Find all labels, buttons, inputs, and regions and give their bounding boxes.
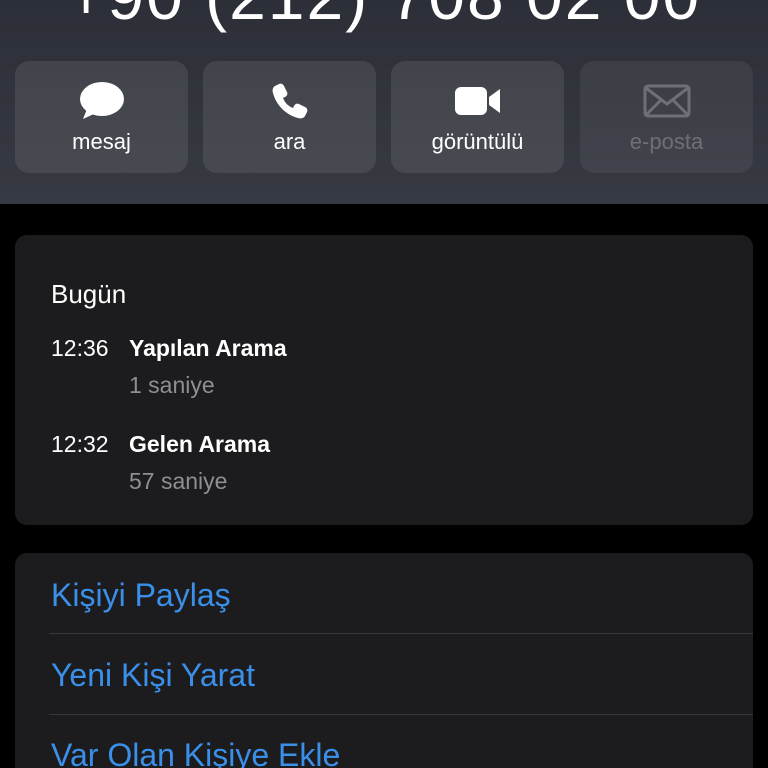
message-bubble-icon [15,81,188,121]
call-duration: 57 saniye [129,468,228,494]
contact-options-card: Kişiyi Paylaş Yeni Kişi Yarat Var Olan K… [15,553,753,768]
contact-header: +90 (212) 708 02 00 mesaj ara [0,0,768,204]
message-button[interactable]: mesaj [15,61,188,173]
phone-number: +90 (212) 708 02 00 [0,0,768,34]
add-to-existing-contact-button[interactable]: Var Olan Kişiye Ekle [51,715,753,768]
divider [49,633,753,634]
call-button[interactable]: ara [203,61,376,173]
create-new-contact-button[interactable]: Yeni Kişi Yarat [51,635,753,716]
call-button-label: ara [273,129,306,154]
call-type: Gelen Arama [129,431,271,457]
email-button-label: e-posta [629,129,704,154]
call-type: Yapılan Arama [129,335,287,361]
call-time: 12:32 [51,431,109,457]
envelope-icon [580,81,753,121]
call-history-card: Bugün 12:36 Yapılan Arama 1 saniye 12:32… [15,235,753,525]
email-button[interactable]: e-posta [580,61,753,173]
call-time: 12:36 [51,335,109,361]
phone-icon [203,81,376,121]
contact-screen: +90 (212) 708 02 00 mesaj ara [0,0,768,768]
action-buttons: mesaj ara görüntülü e-posta [15,61,753,173]
video-call-button-label: görüntülü [431,129,524,154]
video-call-button[interactable]: görüntülü [391,61,564,173]
video-camera-icon [391,81,564,121]
call-history-day: Bugün [51,279,127,309]
call-duration: 1 saniye [129,372,215,398]
message-button-label: mesaj [72,129,131,154]
share-contact-button[interactable]: Kişiyi Paylaş [51,555,753,636]
